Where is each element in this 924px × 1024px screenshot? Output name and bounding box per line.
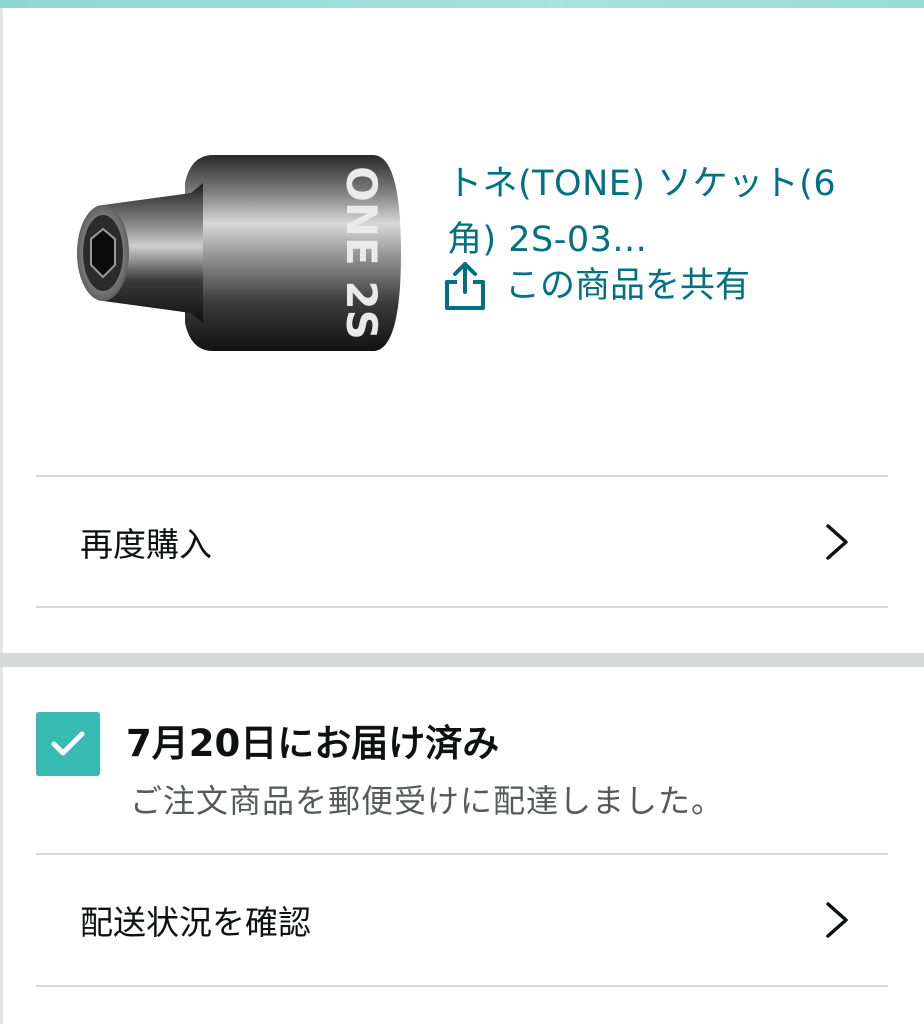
share-label: この商品を共有: [505, 266, 751, 306]
delivered-check-badge: [36, 712, 100, 776]
check-icon: [51, 731, 85, 756]
share-icon: [445, 262, 485, 310]
chevron-right-icon: [826, 524, 848, 560]
share-product-link[interactable]: この商品を共有: [443, 260, 750, 312]
track-package-button[interactable]: 配送状況を確認: [36, 855, 888, 985]
chevron-right-icon: [826, 902, 848, 938]
divider: [36, 985, 888, 987]
delivery-status: 7月20日にお届け済み ご注文商品を郵便受けに配達しました。: [36, 710, 888, 830]
product-image[interactable]: ONE 2S: [63, 143, 408, 363]
product-title-link[interactable]: トネ(TONE) ソケット(6角) 2S-03...: [447, 156, 867, 268]
divider: [36, 606, 888, 608]
delivery-status-detail: ご注文商品を郵便受けに配達しました。: [130, 782, 725, 820]
section-separator: [0, 653, 924, 667]
top-accent-bar: [0, 0, 924, 8]
buy-again-label: 再度購入: [80, 525, 212, 564]
buy-again-button[interactable]: 再度購入: [36, 477, 888, 607]
delivery-status-title: 7月20日にお届け済み: [126, 722, 500, 765]
product-card: ONE 2S トネ(TONE) ソケット(6角) 2S-03... この商品を共…: [3, 8, 924, 476]
svg-text:ONE 2S: ONE 2S: [337, 166, 386, 340]
track-package-label: 配送状況を確認: [80, 903, 311, 942]
